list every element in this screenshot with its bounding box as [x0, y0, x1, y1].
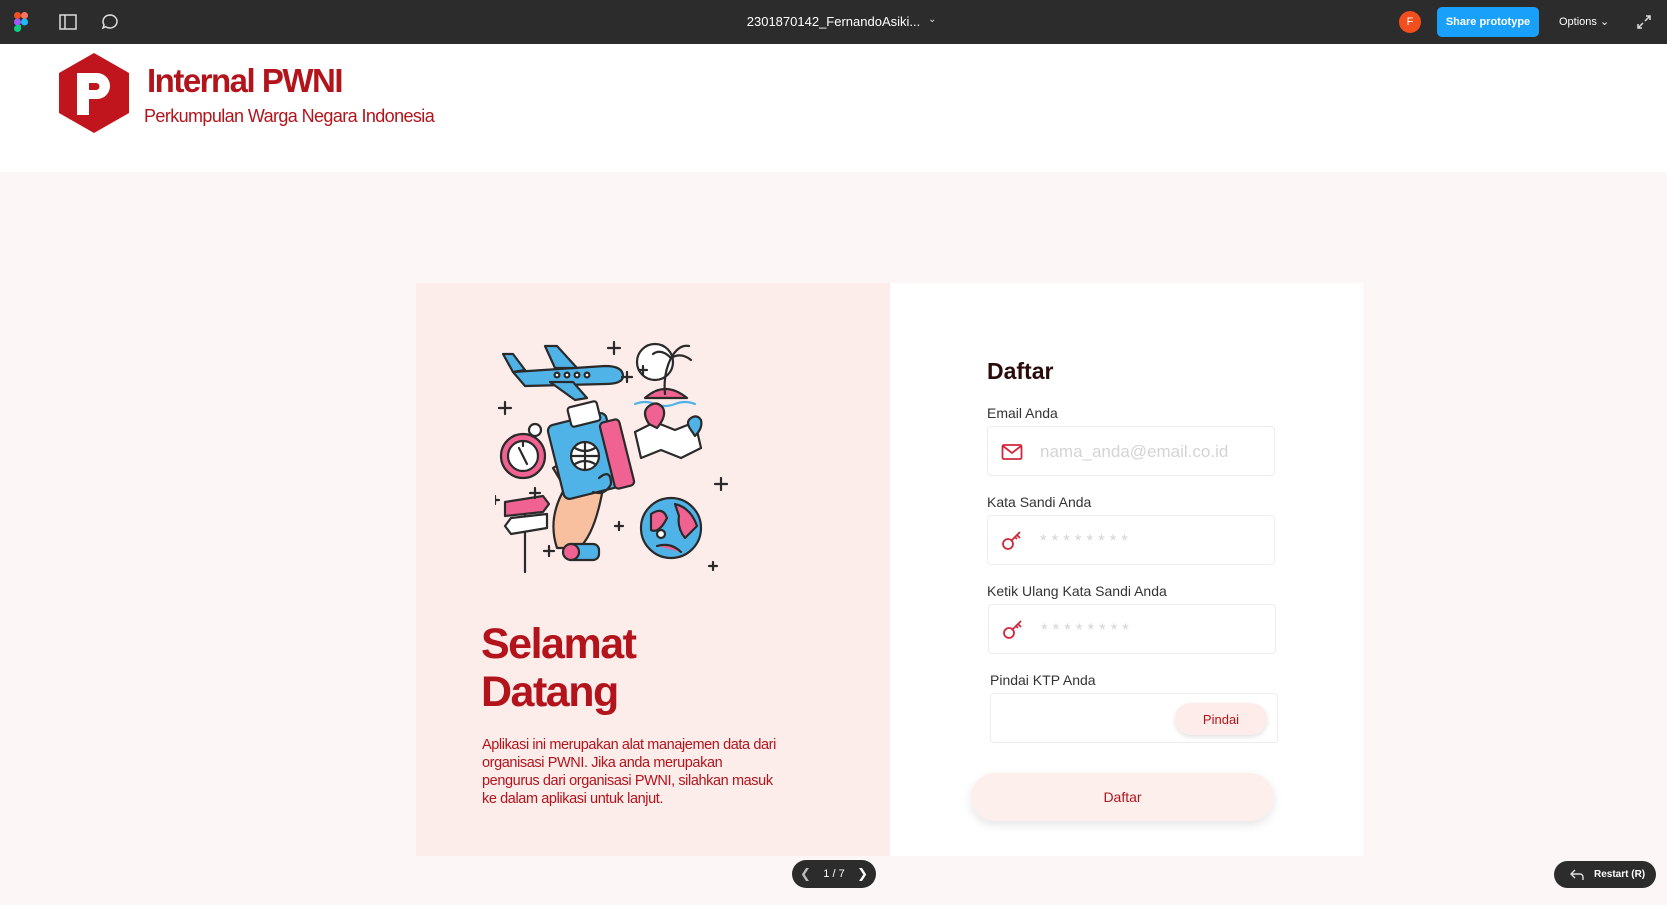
confirm-password-field-wrapper — [988, 604, 1276, 654]
chevron-right-icon[interactable]: ❯ — [857, 866, 868, 882]
brand-subtitle: Perkumpulan Warga Negara Indonesia — [144, 106, 435, 126]
ktp-field[interactable]: Pindai — [990, 693, 1278, 743]
prototype-pager: ❮ 1 / 7 ❯ — [792, 860, 876, 888]
email-field-wrapper — [987, 426, 1275, 476]
email-input[interactable] — [1038, 437, 1267, 467]
confirm-password-input[interactable] — [1039, 615, 1268, 645]
figma-logo-icon[interactable] — [14, 12, 28, 32]
register-panel — [890, 283, 1363, 856]
key-icon — [1003, 620, 1022, 639]
ktp-label: Pindai KTP Anda — [990, 672, 1096, 688]
chevron-down-icon: ⌄ — [1599, 16, 1610, 28]
password-label: Kata Sandi Anda — [987, 494, 1092, 510]
file-name[interactable]: 2301870142_FernandoAsiki... — [747, 14, 920, 29]
email-label: Email Anda — [987, 405, 1058, 421]
welcome-line-2: Datang — [481, 668, 619, 716]
scan-ktp-button[interactable]: Pindai — [1175, 703, 1267, 735]
key-icon — [1002, 531, 1021, 550]
figma-toolbar: 2301870142_FernandoAsiki... ⌄ F Share pr… — [0, 0, 1667, 44]
share-prototype-button[interactable]: Share prototype — [1437, 7, 1539, 37]
pwni-logo — [59, 53, 129, 133]
restart-label: Restart (R) — [1594, 869, 1646, 880]
options-button[interactable]: Options ⌄ — [1559, 15, 1609, 28]
welcome-description: Aplikasi ini merupakan alat manajemen da… — [482, 737, 776, 807]
options-label: Options — [1559, 16, 1597, 28]
chevron-down-icon[interactable]: ⌄ — [928, 14, 936, 25]
avatar[interactable]: F — [1399, 11, 1421, 33]
sidebar-toggle-icon[interactable] — [58, 12, 78, 32]
form-title: Daftar — [987, 358, 1054, 384]
password-input[interactable] — [1038, 526, 1267, 556]
comment-icon[interactable] — [100, 12, 120, 32]
brand-title: Internal PWNI — [147, 62, 344, 99]
confirm-password-label: Ketik Ulang Kata Sandi Anda — [987, 583, 1167, 599]
mail-icon — [1001, 444, 1023, 460]
restart-icon — [1570, 869, 1584, 880]
restart-button[interactable]: Restart (R) — [1554, 861, 1656, 888]
welcome-line-1: Selamat — [481, 620, 637, 668]
submit-register-button[interactable]: Daftar — [971, 773, 1274, 821]
password-field-wrapper — [987, 515, 1275, 565]
travel-illustration — [495, 340, 729, 574]
fullscreen-icon[interactable] — [1635, 13, 1653, 31]
welcome-heading: Selamat Datang — [481, 620, 637, 716]
